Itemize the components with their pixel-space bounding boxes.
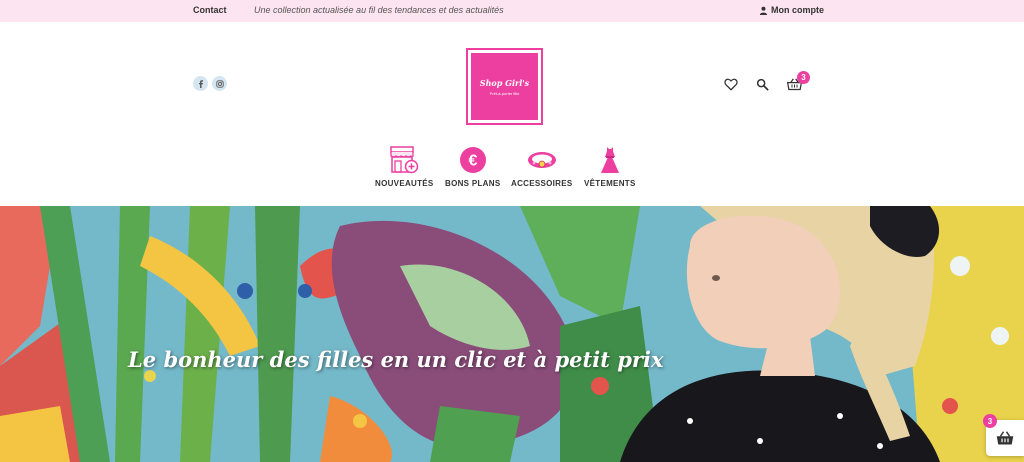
cart-count-badge: 3 <box>797 71 810 84</box>
cart-basket-icon <box>996 430 1014 444</box>
svg-text:€: € <box>468 153 477 170</box>
hero-image <box>0 206 1024 462</box>
category-label: VÊTEMENTS <box>584 179 636 188</box>
category-label: BONS PLANS <box>445 179 501 188</box>
logo-subtitle: Prêt-à-porter fille <box>489 90 520 96</box>
category-label: NOUVEAUTÉS <box>375 179 434 188</box>
shop-logo[interactable]: Shop Girl's Prêt-à-porter fille <box>466 48 543 125</box>
hero-headline: Le bonheur des filles en un clic et à pe… <box>128 347 664 372</box>
euro-icon: € <box>459 146 487 174</box>
dress-icon <box>600 146 620 174</box>
category-accessoires[interactable]: ACCESSOIRES <box>511 146 573 188</box>
user-icon <box>759 6 768 15</box>
tagline: Une collection actualisée au fil des ten… <box>254 5 504 15</box>
instagram-icon[interactable] <box>212 76 227 91</box>
facebook-icon[interactable] <box>193 76 208 91</box>
category-label: ACCESSOIRES <box>511 179 573 188</box>
category-vetements[interactable]: VÊTEMENTS <box>584 146 636 188</box>
account-link[interactable]: Mon compte <box>759 5 824 15</box>
account-label: Mon compte <box>771 5 824 15</box>
bracelet-icon <box>526 146 558 174</box>
shop-icon <box>389 146 419 174</box>
top-bar: Contact Une collection actualisée au fil… <box>0 0 1024 22</box>
contact-link[interactable]: Contact <box>193 5 227 15</box>
floating-cart-badge: 3 <box>983 414 997 428</box>
search-icon[interactable] <box>754 76 770 92</box>
category-bons-plans[interactable]: € BONS PLANS <box>445 146 500 188</box>
hero-banner: Le bonheur des filles en un clic et à pe… <box>0 206 1024 462</box>
logo-title: Shop Girl's <box>479 77 530 88</box>
category-nouveautes[interactable]: NOUVEAUTÉS <box>375 146 434 188</box>
wishlist-heart-icon[interactable] <box>723 76 739 92</box>
